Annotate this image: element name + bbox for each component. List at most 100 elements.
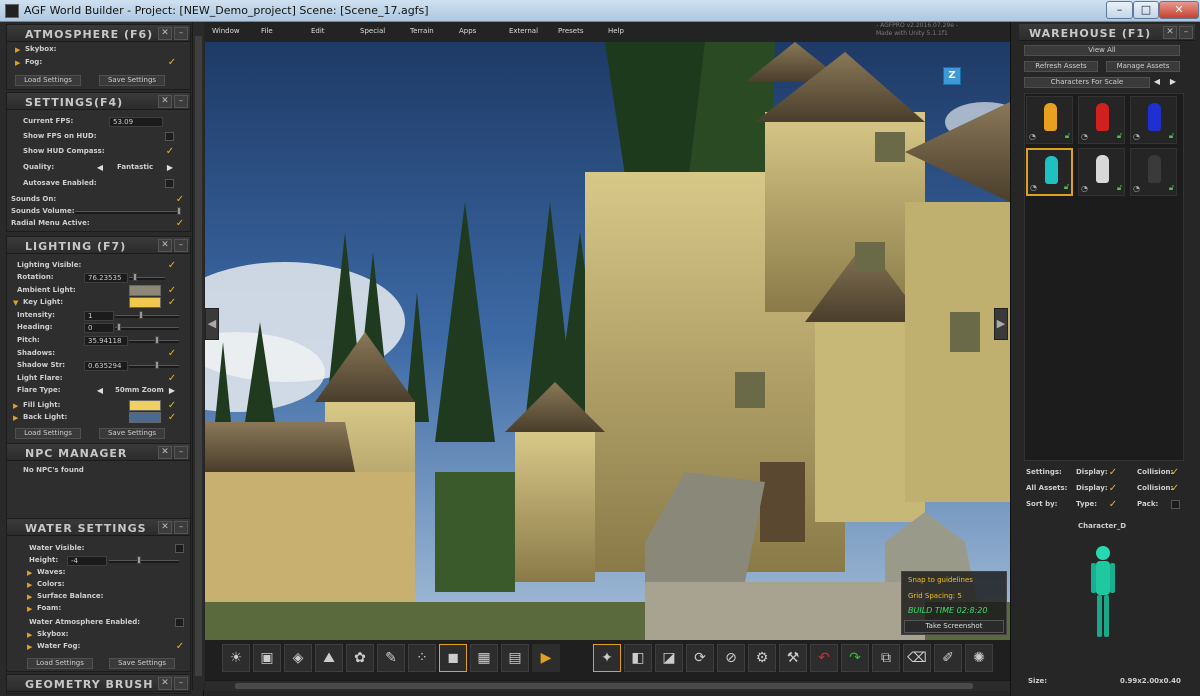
eraser-tool-icon[interactable]: ⌫ — [903, 644, 931, 672]
menu-external[interactable]: External — [509, 27, 538, 35]
water-atmosphere-checkbox[interactable] — [175, 618, 184, 627]
water-visible-checkbox[interactable] — [175, 544, 184, 553]
play-tool-icon[interactable]: ▶ — [532, 644, 560, 672]
heading-slider-knob[interactable] — [117, 323, 121, 331]
save-tool-icon[interactable]: ▣ — [253, 644, 281, 672]
grid-tool-icon[interactable]: ▦ — [470, 644, 498, 672]
expand-icon[interactable]: ▶ — [27, 630, 35, 640]
left-scrollbar[interactable] — [192, 22, 204, 690]
view-icon[interactable]: ◔ — [1081, 132, 1088, 141]
collapse-right-arrow-icon[interactable]: ▶ — [994, 308, 1008, 340]
asset-slot[interactable]: ◔ 🔓︎ — [1130, 96, 1177, 144]
axis-gizmo-icon[interactable]: Z — [943, 67, 961, 85]
heading-slider[interactable] — [115, 327, 179, 330]
minimize-icon[interactable]: – — [1179, 26, 1193, 39]
view-icon[interactable]: ◔ — [1133, 184, 1140, 193]
fill-light-checkbox[interactable]: ✓ — [167, 401, 177, 411]
rotation-slider-knob[interactable] — [133, 273, 137, 281]
volume-slider-knob[interactable] — [177, 207, 181, 215]
cube-tool-icon[interactable]: ◼ — [439, 644, 467, 672]
lock-icon[interactable]: 🔓︎ — [1117, 183, 1122, 193]
minimize-button[interactable]: – — [1106, 1, 1133, 19]
scrollbar-thumb[interactable] — [235, 683, 973, 689]
close-icon[interactable]: ✕ — [158, 239, 172, 252]
all-collision-checkbox[interactable]: ✓ — [1170, 484, 1180, 494]
brush-cube-tool-icon[interactable]: ✐ — [934, 644, 962, 672]
sun-tool-icon[interactable]: ☀ — [222, 644, 250, 672]
save-settings-button[interactable]: Save Settings — [99, 428, 165, 439]
save-settings-button[interactable]: Save Settings — [109, 658, 175, 669]
dots-cube-tool-icon[interactable]: ⁘ — [408, 644, 436, 672]
lock-icon[interactable]: 🔓︎ — [1117, 131, 1122, 141]
height-slider-knob[interactable] — [137, 556, 141, 564]
minimize-icon[interactable]: – — [174, 27, 188, 40]
collapse-left-arrow-icon[interactable]: ◀ — [205, 308, 219, 340]
flower-tool-icon[interactable]: ✿ — [346, 644, 374, 672]
back-color-swatch[interactable] — [129, 412, 161, 423]
asset-slot[interactable]: ◔ 🔓︎ — [1026, 96, 1073, 144]
menu-special[interactable]: Special — [360, 27, 385, 35]
show-fps-checkbox[interactable] — [165, 132, 174, 141]
gear-tool-icon[interactable]: ⚙ — [748, 644, 776, 672]
settings-display-checkbox[interactable]: ✓ — [1108, 468, 1118, 478]
category-select[interactable]: Characters For Scale — [1024, 77, 1150, 88]
settings-collision-checkbox[interactable]: ✓ — [1170, 468, 1180, 478]
asset-slot[interactable]: ◔ 🔓︎ — [1078, 148, 1125, 196]
box-tool-icon[interactable]: ◧ — [624, 644, 652, 672]
expand-icon[interactable]: ▶ — [27, 568, 35, 578]
shadow-str-slider-knob[interactable] — [155, 361, 159, 369]
expand-icon[interactable]: ▶ — [27, 642, 35, 652]
category-next-icon[interactable]: ▶ — [1168, 77, 1178, 87]
cube-stack-tool-icon[interactable]: ◈ — [284, 644, 312, 672]
expand-icon[interactable]: ▶ — [27, 592, 35, 602]
lighting-header[interactable]: LIGHTING (F7) ✕ – — [7, 237, 190, 254]
maximize-button[interactable]: □ — [1133, 1, 1159, 19]
redo-tool-icon[interactable]: ↷ — [841, 644, 869, 672]
geometry-header[interactable]: GEOMETRY BRUSH ✕ – — [7, 675, 190, 692]
pitch-slider[interactable] — [129, 340, 179, 343]
quality-prev-icon[interactable]: ◀ — [95, 163, 105, 173]
settings-gear-icon[interactable]: ✺ — [965, 644, 993, 672]
pitch-field[interactable]: 35.94118 — [84, 336, 128, 346]
intensity-slider[interactable] — [115, 315, 179, 318]
menu-terrain[interactable]: Terrain — [410, 27, 434, 35]
minimize-icon[interactable]: – — [174, 677, 188, 690]
height-slider[interactable] — [109, 560, 179, 563]
heading-field[interactable]: 0 — [84, 323, 114, 333]
category-prev-icon[interactable]: ◀ — [1152, 77, 1162, 87]
lock-icon[interactable]: 🔓︎ — [1064, 182, 1069, 192]
lock-icon[interactable]: 🔓︎ — [1065, 131, 1070, 141]
menu-help[interactable]: Help — [608, 27, 624, 35]
sort-pack-checkbox[interactable] — [1171, 500, 1180, 509]
water-header[interactable]: WATER SETTINGS ✕ – — [7, 519, 190, 536]
lock-icon[interactable]: 🔓︎ — [1169, 131, 1174, 141]
hammer-tool-icon[interactable]: ⚒ — [779, 644, 807, 672]
manage-assets-button[interactable]: Manage Assets — [1106, 61, 1180, 72]
load-settings-button[interactable]: Load Settings — [27, 658, 93, 669]
collapse-icon[interactable]: ▼ — [13, 298, 21, 308]
back-light-checkbox[interactable]: ✓ — [167, 413, 177, 423]
pitch-slider-knob[interactable] — [155, 336, 159, 344]
expand-icon[interactable]: ▶ — [27, 580, 35, 590]
close-icon[interactable]: ✕ — [158, 521, 172, 534]
light-flare-checkbox[interactable]: ✓ — [167, 374, 177, 384]
save-settings-button[interactable]: Save Settings — [99, 75, 165, 86]
autosave-checkbox[interactable] — [165, 179, 174, 188]
lock-icon[interactable]: 🔓︎ — [1169, 183, 1174, 193]
close-icon[interactable]: ✕ — [158, 446, 172, 459]
close-button[interactable]: ✕ — [1159, 1, 1199, 19]
lighting-visible-checkbox[interactable]: ✓ — [167, 261, 177, 271]
fill-color-swatch[interactable] — [129, 400, 161, 411]
expand-icon[interactable]: ▶ — [15, 45, 23, 55]
terrain-tool-icon[interactable]: ⛰ — [315, 644, 343, 672]
paint-brush-tool-icon[interactable]: ✎ — [377, 644, 405, 672]
expand-icon[interactable]: ▶ — [27, 604, 35, 614]
flare-next-icon[interactable]: ▶ — [167, 386, 177, 396]
load-settings-button[interactable]: Load Settings — [15, 75, 81, 86]
undo-tool-icon[interactable]: ↶ — [810, 644, 838, 672]
height-field[interactable]: -4 — [67, 556, 107, 566]
ambient-color-swatch[interactable] — [129, 285, 161, 296]
sort-type-checkbox[interactable]: ✓ — [1108, 500, 1118, 510]
grid-spacing-label[interactable]: Grid Spacing: 5 — [908, 592, 962, 600]
rotation-field[interactable]: 76.23535 — [84, 273, 128, 283]
